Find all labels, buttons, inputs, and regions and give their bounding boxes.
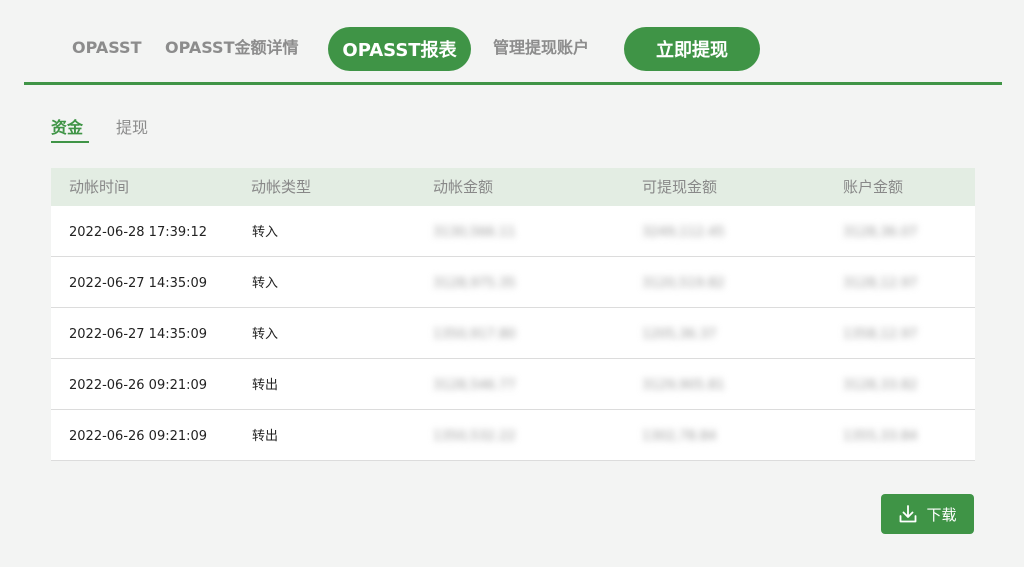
cell-time: 2022-06-27 14:35:09 [69, 276, 208, 291]
download-button[interactable]: 下载 [881, 494, 974, 534]
cell-type: 转入 [252, 327, 279, 342]
cell-balance: 3128,36.07 [843, 225, 918, 240]
table-header: 动帐时间 动帐类型 动帐金额 可提现金额 账户金额 [51, 168, 975, 206]
table-body: 2022-06-28 17:39:12 转入 3130,566.11 3249,… [51, 206, 975, 461]
table-row: 2022-06-27 14:35:09 转入 3128,975.35 3120,… [51, 257, 975, 308]
column-header-withdrawable: 可提现金额 [642, 178, 718, 196]
cell-time: 2022-06-27 14:35:09 [69, 327, 208, 342]
subtab-withdraw[interactable]: 提现 [116, 116, 148, 140]
cell-time: 2022-06-28 17:39:12 [69, 225, 208, 240]
cell-time: 2022-06-26 09:21:09 [69, 378, 208, 393]
table-row: 2022-06-26 09:21:09 转出 1350,532.22 1302,… [51, 410, 975, 461]
cell-amount: 1350,917.80 [433, 327, 516, 342]
cell-balance: 1358,12.97 [843, 327, 918, 342]
subtab-funds[interactable]: 资金 [51, 116, 83, 140]
cell-withdrawable: 3249,112.45 [642, 225, 725, 240]
cell-type: 转出 [252, 429, 279, 444]
cell-withdrawable: 1302,78.84 [642, 429, 717, 444]
cell-amount: 1350,532.22 [433, 429, 516, 444]
nav-tab-opasst[interactable]: OPASST [72, 36, 141, 60]
cell-time: 2022-06-26 09:21:09 [69, 429, 208, 444]
column-header-balance: 账户金额 [843, 178, 904, 196]
cell-balance: 3128,33.82 [843, 378, 918, 393]
cell-type: 转出 [252, 378, 279, 393]
cell-withdrawable: 1205,36.37 [642, 327, 717, 342]
subtab-active-indicator [51, 141, 89, 143]
cell-amount: 3128,975.35 [433, 276, 516, 291]
cell-type: 转入 [252, 276, 279, 291]
download-icon [898, 504, 918, 524]
cell-amount: 3128,546.77 [433, 378, 516, 393]
column-header-time: 动帐时间 [69, 178, 130, 196]
column-header-type: 动帐类型 [251, 178, 312, 196]
nav-tab-manage-withdraw-account[interactable]: 管理提现账户 [493, 36, 589, 60]
cell-type: 转入 [252, 225, 279, 240]
table-row: 2022-06-28 17:39:12 转入 3130,566.11 3249,… [51, 206, 975, 257]
cell-amount: 3130,566.11 [433, 225, 516, 240]
cell-balance: 3128,12.97 [843, 276, 918, 291]
transactions-table: 动帐时间 动帐类型 动帐金额 可提现金额 账户金额 2022-06-28 17:… [51, 168, 975, 461]
top-navigation: OPASST OPASST金额详情 OPASST报表 管理提现账户 立即提现 [0, 0, 1024, 85]
nav-tab-opasst-report[interactable]: OPASST报表 [328, 27, 471, 71]
nav-divider [24, 82, 1002, 85]
table-row: 2022-06-27 14:35:09 转入 1350,917.80 1205,… [51, 308, 975, 359]
withdraw-now-button[interactable]: 立即提现 [624, 27, 760, 71]
cell-withdrawable: 3120,519.82 [642, 276, 725, 291]
download-label: 下载 [926, 505, 957, 524]
cell-balance: 1355,33.84 [843, 429, 918, 444]
cell-withdrawable: 3129,905.81 [642, 378, 725, 393]
table-row: 2022-06-26 09:21:09 转出 3128,546.77 3129,… [51, 359, 975, 410]
nav-tab-opasst-amount-details[interactable]: OPASST金额详情 [165, 36, 299, 60]
column-header-amount: 动帐金额 [433, 178, 494, 196]
